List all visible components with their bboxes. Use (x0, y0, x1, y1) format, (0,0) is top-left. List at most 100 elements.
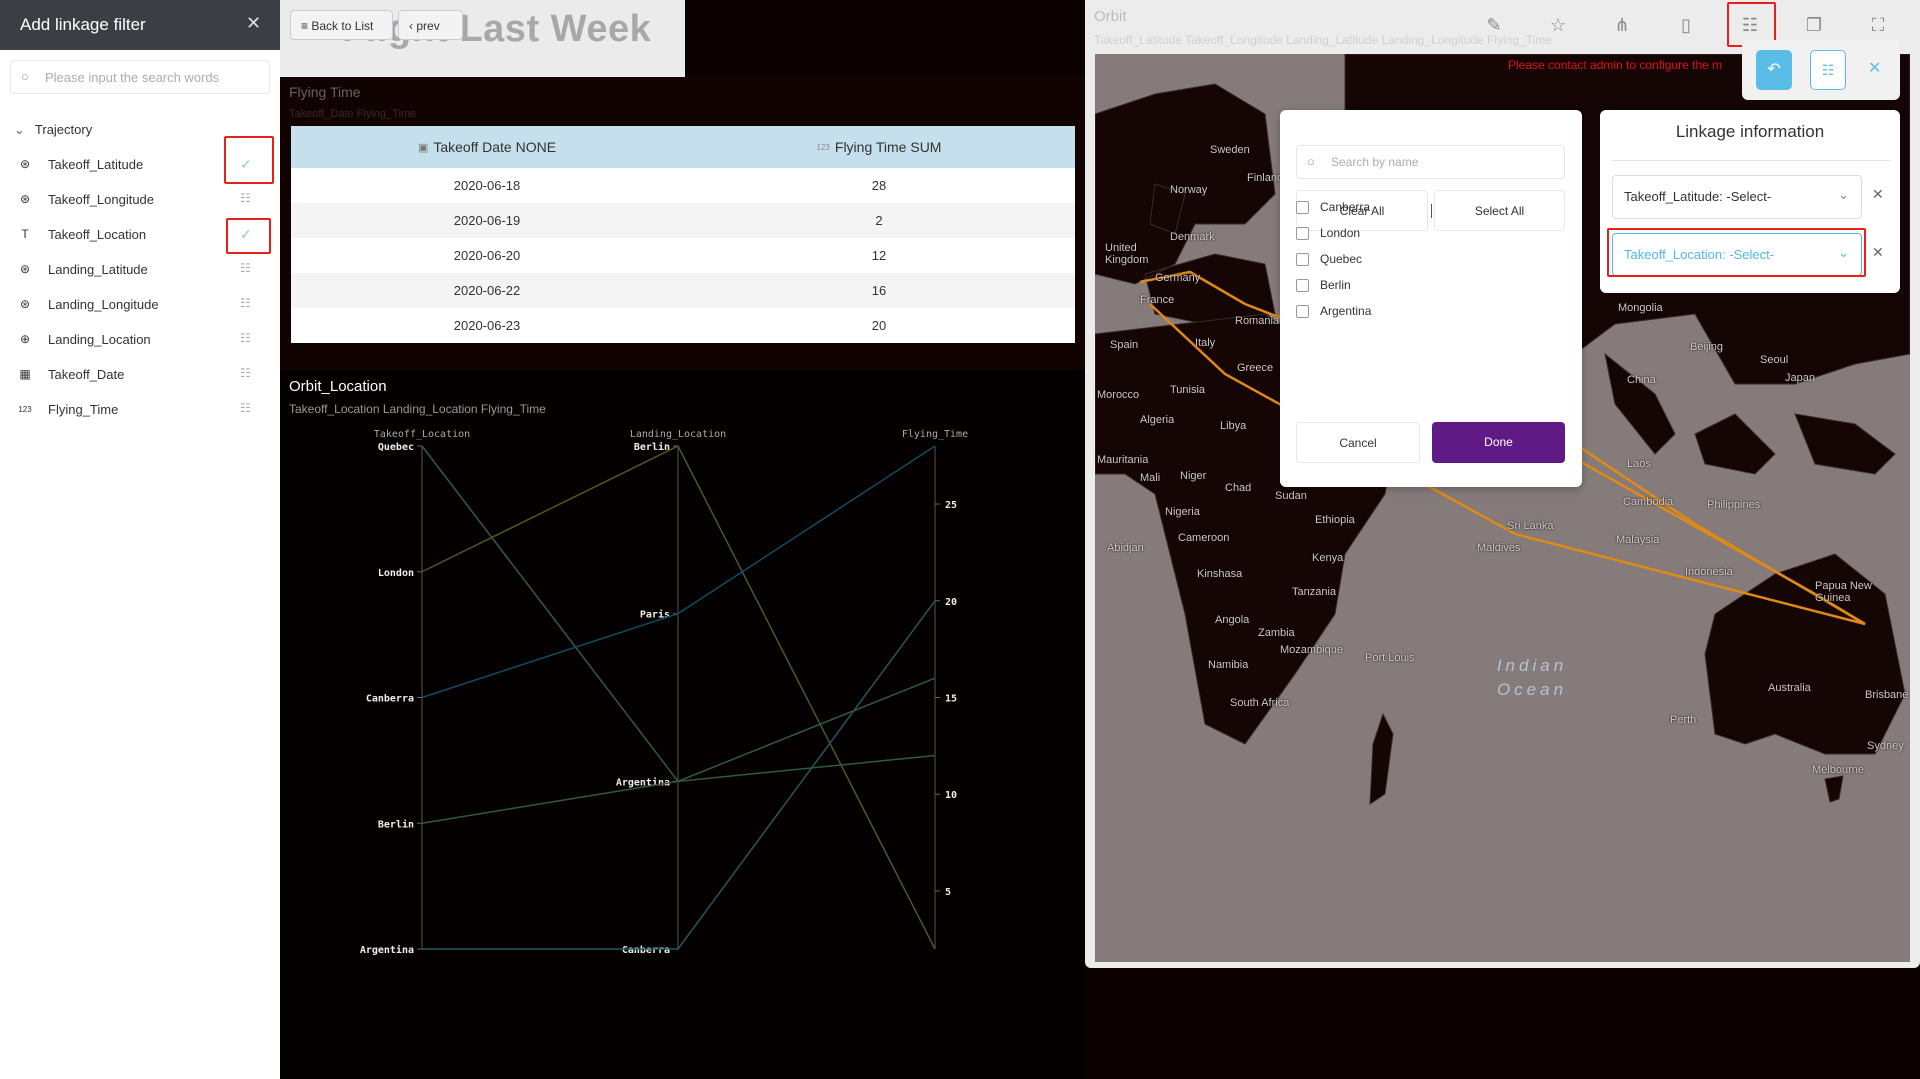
field-item[interactable]: 123 Flying_Time ☷ (0, 393, 280, 428)
map-label: South Africa (1230, 697, 1290, 709)
table-row: 2020-06-20 12 (291, 238, 1075, 273)
panel-title: Add linkage filter (20, 15, 146, 34)
checkbox[interactable] (1296, 201, 1309, 214)
remove-icon[interactable]: ✕ (1872, 244, 1884, 261)
fullscreen-button[interactable]: ⛶ (1863, 10, 1893, 40)
orbit-title: Orbit (1094, 8, 1127, 25)
highlight-box (1607, 228, 1866, 277)
map-label: Port Louis (1365, 652, 1415, 664)
map-label: Perth (1670, 714, 1697, 726)
field-item[interactable]: ⊛ Landing_Latitude ☷ (0, 253, 280, 288)
linkage-filter-icon: ☷ (1821, 62, 1835, 78)
pdf-button[interactable]: ▯ (1671, 10, 1701, 40)
copy-icon: ❐ (1805, 15, 1823, 35)
dashboard-header: Flight Last Week ≡ Back to List ‹ prev (280, 0, 685, 77)
map-label: Japan (1785, 372, 1815, 384)
linkage-actions-popover: ↶ ☷ ✕ (1742, 40, 1900, 100)
back-label: Back to List (311, 19, 374, 33)
field-label: Landing_Location (48, 332, 151, 347)
map-label: Algeria (1140, 414, 1175, 426)
close-icon[interactable]: ✕ (1868, 58, 1881, 78)
filter-config-icon[interactable]: ☷ (240, 261, 251, 275)
close-icon[interactable]: ✕ (246, 13, 261, 34)
column-header[interactable]: ▣ Takeoff Date NONE (291, 126, 683, 168)
filter-config-icon[interactable]: ☷ (240, 331, 251, 345)
edit-button[interactable]: ✎ (1479, 10, 1509, 40)
ocean-label: Indian Ocean (1496, 656, 1568, 699)
chevron-down-icon: ⌄ (1838, 187, 1849, 202)
star-button[interactable]: ☆ (1543, 10, 1573, 40)
map-label: Mongolia (1618, 302, 1663, 314)
map-label: Mauritania (1097, 454, 1149, 466)
map-label: Abidjan (1107, 542, 1144, 554)
checkbox[interactable] (1296, 305, 1309, 318)
table-row: 2020-06-18 28 (291, 168, 1075, 203)
filter-config-icon[interactable]: ☷ (240, 191, 251, 205)
copy-button[interactable]: ❐ (1799, 10, 1829, 40)
cell-value: 28 (871, 178, 887, 193)
filter-config-icon[interactable]: ☷ (240, 401, 251, 415)
map-label: Italy (1195, 337, 1216, 349)
undo-button[interactable]: ↶ (1756, 50, 1792, 90)
prev-button[interactable]: ‹ prev (398, 10, 463, 40)
search-placeholder: Search by name (1331, 155, 1419, 169)
share-button[interactable]: ⋔ (1607, 10, 1637, 40)
column-header[interactable]: 123 Flying Time SUM (683, 126, 1075, 168)
map-label: Chad (1225, 482, 1252, 494)
remove-icon[interactable]: ✕ (1872, 186, 1884, 203)
search-placeholder: Please input the search words (45, 70, 220, 85)
field-item[interactable]: ⊕ Landing_Location ☷ (0, 323, 280, 358)
option-checkbox[interactable]: London (1296, 224, 1496, 244)
checkbox[interactable] (1296, 279, 1309, 292)
checkbox[interactable] (1296, 253, 1309, 266)
map-label: Philippines (1707, 499, 1761, 511)
option-checkbox[interactable]: Argentina (1296, 302, 1496, 322)
cell-value: 16 (871, 283, 887, 298)
flying-time-table: ▣ Takeoff Date NONE 123 Flying Time SUM 20… (291, 126, 1075, 343)
column-label: Takeoff Date NONE (433, 139, 557, 155)
cell-value: 2 (875, 213, 883, 228)
table-row: 2020-06-23 20 (291, 308, 1075, 343)
map-label: France (1140, 294, 1175, 306)
back-to-list-button[interactable]: ≡ Back to List (290, 10, 393, 40)
parallel-coordinates-chart: Takeoff_Location Quebec London Canberra Berl… (360, 429, 968, 956)
list-icon: ≡ (301, 19, 312, 33)
linkage-filter-button[interactable]: ☷ (1810, 50, 1846, 90)
tick-label: Argentina (360, 944, 414, 956)
field-item[interactable]: ⊛ Landing_Longitude ☷ (0, 288, 280, 323)
map-label: Tunisia (1170, 384, 1206, 396)
name-search-input[interactable]: ○ Search by name (1296, 145, 1565, 179)
field-item[interactable]: ⊛ Takeoff_Longitude ☷ (0, 183, 280, 218)
map-label: Sweden (1210, 144, 1250, 156)
cell-date: 2020-06-22 (453, 283, 521, 298)
map-label: Nigeria (1165, 506, 1200, 518)
filter-config-icon[interactable]: ☷ (240, 366, 251, 380)
done-button[interactable]: Done (1432, 422, 1565, 463)
option-checkbox[interactable]: Quebec (1296, 250, 1496, 270)
tick-label: Quebec (378, 442, 414, 453)
map-label: Morocco (1097, 389, 1140, 401)
option-checkbox[interactable]: Canberra (1296, 198, 1496, 218)
geo-icon: ⊛ (19, 262, 31, 276)
map-label: Namibia (1208, 659, 1249, 671)
select-value: Takeoff_Latitude: -Select- (1624, 189, 1772, 204)
field-label: Takeoff_Latitude (48, 157, 144, 172)
takeoff-latitude-select[interactable]: Takeoff_Latitude: -Select- ⌄ (1612, 175, 1862, 219)
tick-label: Berlin (378, 818, 414, 830)
map-label: Angola (1215, 614, 1250, 626)
calendar-icon: ▦ (19, 367, 31, 381)
cancel-button[interactable]: Cancel (1296, 422, 1420, 463)
checkbox[interactable] (1296, 227, 1309, 240)
geo-icon: ⊛ (19, 157, 31, 171)
tick-label: London (378, 568, 414, 579)
tick-label: 10 (945, 790, 957, 801)
tick-label: Canberra (622, 945, 670, 956)
field-search-input[interactable]: ○ Please input the search words (10, 60, 270, 94)
field-item[interactable]: ▦ Takeoff_Date ☷ (0, 358, 280, 393)
option-checkbox[interactable]: Berlin (1296, 276, 1496, 296)
map-label: Indonesia (1685, 566, 1733, 578)
linkage-title: Linkage information (1675, 122, 1825, 141)
filter-config-icon[interactable]: ☷ (240, 296, 251, 310)
tree-group-trajectory[interactable]: ⌄ Trajectory (14, 122, 92, 138)
map-label: Finland (1247, 172, 1284, 184)
